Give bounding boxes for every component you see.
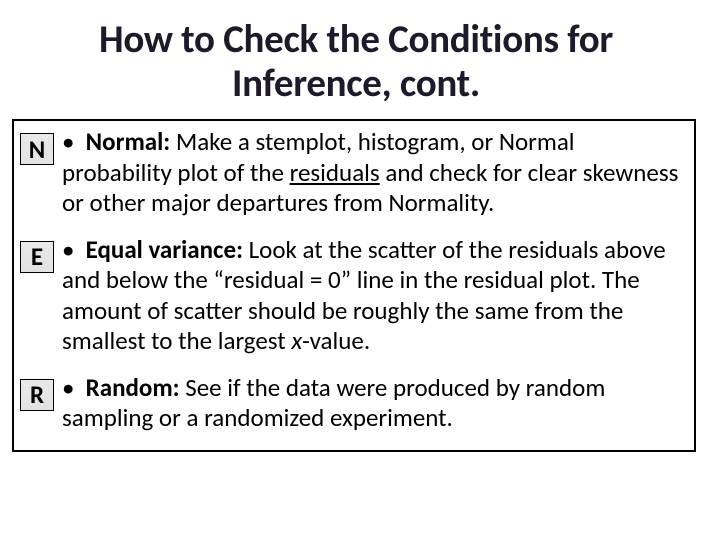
term-random: Random: (86, 372, 180, 403)
condition-text-random: • Random: See if the data were produced … (60, 373, 680, 434)
condition-text-normal: • Normal: Make a stemplot, histogram, or… (60, 127, 680, 219)
underlined-residuals: residuals (290, 157, 380, 188)
condition-row-random: R • Random: See if the data were produce… (18, 363, 690, 440)
condition-row-normal: N • Normal: Make a stemplot, histogram, … (18, 125, 690, 225)
condition-text-equalvar: • Equal variance: Look at the scatter of… (60, 235, 680, 357)
letter-badge-n: N (20, 133, 54, 165)
bullet-dot: • (62, 127, 80, 158)
term-equalvar: Equal variance: (86, 234, 243, 265)
bullet-dot: • (62, 373, 80, 404)
italic-x: x (291, 325, 302, 356)
slide: How to Check the Conditions for Inferenc… (0, 0, 720, 540)
bullet-dot: • (62, 235, 80, 266)
letter-badge-e: E (20, 241, 54, 273)
letter-badge-r: R (20, 379, 54, 411)
condition-row-equalvar: E • Equal variance: Look at the scatter … (18, 225, 690, 363)
text-equalvar-2: -value. (302, 325, 370, 356)
content-box: N • Normal: Make a stemplot, histogram, … (12, 119, 696, 452)
page-title: How to Check the Conditions for Inferenc… (12, 18, 700, 119)
term-normal: Normal: (86, 126, 171, 157)
